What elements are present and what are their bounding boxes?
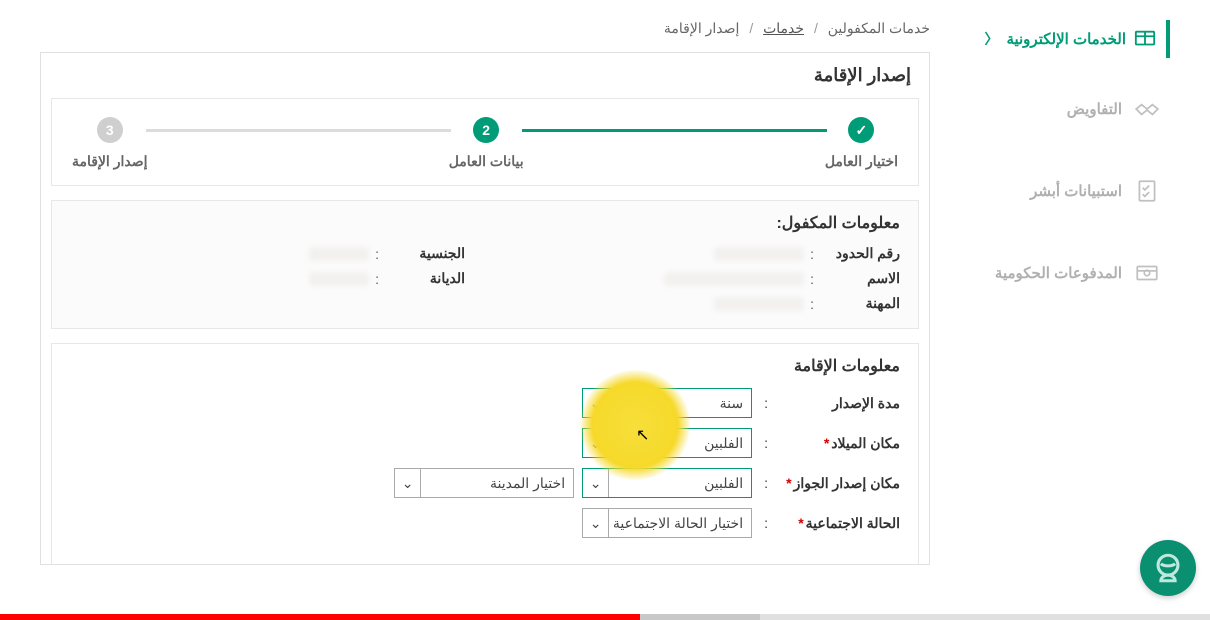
- breadcrumb-current: إصدار الإقامة: [664, 20, 740, 36]
- chevron-down-icon: ⌄: [583, 429, 609, 457]
- breadcrumb-link[interactable]: خدمات: [763, 20, 804, 36]
- sidebar-item-surveys[interactable]: استبيانات أبشر: [950, 160, 1170, 222]
- select-value: الفلبين: [704, 435, 743, 452]
- select-issue-period[interactable]: سنة ⌄: [582, 388, 752, 418]
- chevron-down-icon: ⌄: [583, 389, 609, 417]
- sidebar-item-label: استبيانات أبشر: [1030, 182, 1122, 200]
- sidebar-item-label: التفاويض: [1067, 100, 1122, 118]
- select-value: سنة: [720, 395, 743, 412]
- iqama-info-panel: معلومات الإقامة مدة الإصدار : سنة ⌄ مكان…: [51, 343, 919, 564]
- sidebar: الخدمات الإلكترونية 〈 التفاويض استبيانات…: [950, 20, 1170, 565]
- step-issue-iqama: 3 إصدار الإقامة: [72, 117, 148, 170]
- sidebar-item-label: المدفوعات الحكومية: [995, 264, 1122, 282]
- step-done-icon: [848, 117, 874, 143]
- sidebar-active-eservices[interactable]: الخدمات الإلكترونية 〈: [950, 20, 1170, 58]
- sidebar-item-authorizations[interactable]: التفاويض: [950, 78, 1170, 140]
- chevron-down-icon: ⌄: [583, 509, 609, 537]
- row-passport-place: مكان إصدار الجواز* : الفلبين ⌄ اختيار ال…: [70, 468, 900, 498]
- chevron-down-icon: ⌄: [583, 469, 609, 497]
- chevron-left-icon: 〈: [984, 29, 998, 49]
- row-marital-status: الحالة الاجتماعية* : اختيار الحالة الاجت…: [70, 508, 900, 538]
- select-marital-status[interactable]: اختيار الحالة الاجتماعية ⌄: [582, 508, 752, 538]
- field-nationality: الجنسية:: [70, 245, 465, 262]
- cursor-icon: ↖: [636, 425, 649, 445]
- sponsor-info-title: معلومات المكفول:: [70, 213, 900, 233]
- handshake-icon: [1134, 96, 1160, 122]
- chevron-down-icon: ⌄: [395, 469, 421, 497]
- chat-icon: [1151, 551, 1185, 585]
- main-content: خدمات المكفولين / خدمات / إصدار الإقامة …: [40, 20, 930, 565]
- sidebar-active-label: الخدمات الإلكترونية: [1006, 30, 1126, 48]
- stepper: اختيار العامل 2 بيانات العامل 3 إصدار ال…: [51, 98, 919, 186]
- row-birth-place: مكان الميلاد* : الفلبين ⌄: [70, 428, 900, 458]
- sidebar-item-gov-payments[interactable]: المدفوعات الحكومية: [950, 242, 1170, 304]
- video-progress-bar[interactable]: [0, 614, 1210, 620]
- select-passport-country[interactable]: الفلبين ⌄: [582, 468, 752, 498]
- select-placeholder: اختيار الحالة الاجتماعية: [613, 515, 743, 532]
- breadcrumb: خدمات المكفولين / خدمات / إصدار الإقامة: [40, 20, 930, 37]
- payments-icon: [1134, 260, 1160, 286]
- breadcrumb-root: خدمات المكفولين: [828, 20, 930, 36]
- field-border-no: رقم الحدود:: [505, 245, 900, 262]
- chat-fab[interactable]: [1140, 540, 1196, 596]
- step-pending-icon: 3: [97, 117, 123, 143]
- step-worker-data: 2 بيانات العامل: [449, 117, 524, 170]
- clipboard-icon: [1134, 178, 1160, 204]
- select-birth-place[interactable]: الفلبين ⌄: [582, 428, 752, 458]
- step-active-icon: 2: [473, 117, 499, 143]
- field-profession: المهنة:: [505, 295, 900, 312]
- page-title: إصدار الإقامة: [41, 53, 929, 98]
- select-passport-city[interactable]: اختيار المدينة ⌄: [394, 468, 574, 498]
- eservices-icon: [1134, 28, 1156, 50]
- field-name: الاسم:: [505, 270, 900, 287]
- iqama-info-title: معلومات الإقامة: [70, 356, 900, 376]
- sponsor-info-panel: معلومات المكفول: رقم الحدود: الجنسية: ال…: [51, 200, 919, 329]
- content-card: إصدار الإقامة اختيار العامل 2 بيانات الع…: [40, 52, 930, 565]
- step-select-worker: اختيار العامل: [825, 117, 898, 170]
- row-issue-period: مدة الإصدار : سنة ⌄: [70, 388, 900, 418]
- field-religion: الديانة:: [70, 270, 465, 287]
- select-placeholder: اختيار المدينة: [490, 475, 565, 492]
- select-value: الفلبين: [704, 475, 743, 492]
